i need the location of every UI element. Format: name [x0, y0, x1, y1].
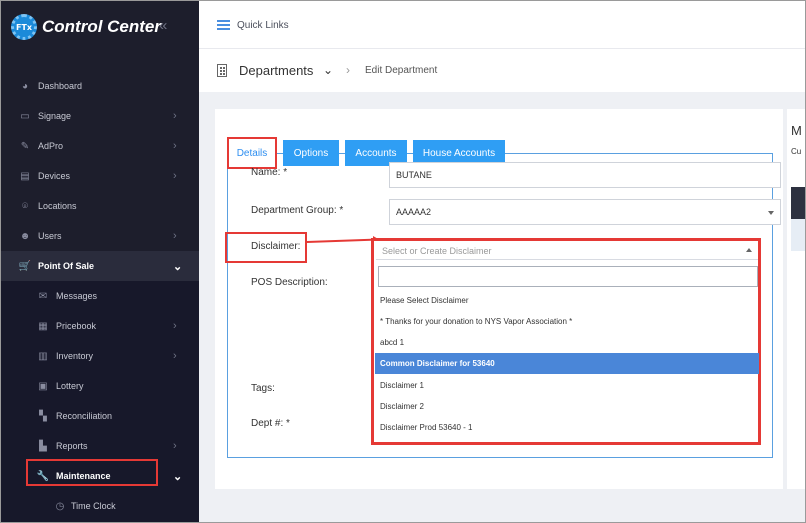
disclaimer-option[interactable]: Please Select Disclaimer — [375, 290, 759, 311]
dropdown-arrow-icon — [768, 211, 774, 215]
sidebar-item-label: Devices — [38, 171, 71, 181]
users-icon: ☻ — [19, 230, 31, 242]
highlight-box-disclaimer — [225, 232, 307, 263]
building-icon — [217, 64, 227, 77]
location-pin-icon: ⌾ — [22, 200, 28, 212]
right-panel: M Cu — [787, 109, 805, 489]
name-label: Name: * — [251, 167, 288, 178]
pricebook-icon: ▦ — [38, 320, 48, 332]
department-group-value: AAAAA2 — [396, 207, 432, 217]
dashboard-icon: ◕ — [21, 80, 29, 92]
disclaimer-search-input[interactable] — [378, 266, 758, 287]
sidebar-item-label: Reconciliation — [56, 411, 113, 421]
right-panel-title: M — [791, 123, 802, 138]
app-window: FTx Control Center « ◕ Dashboard ▭ Signa… — [0, 0, 806, 523]
sidebar-item-label: Pricebook — [56, 321, 97, 331]
menu-lines-icon[interactable] — [217, 20, 230, 30]
sidebar-item-label: Signage — [38, 111, 72, 121]
chevron-right-icon: › — [173, 350, 177, 362]
department-group-select[interactable]: AAAAA2 — [389, 199, 781, 225]
sidebar-item-label: Locations — [38, 201, 77, 211]
sidebar-item-label: Dashboard — [38, 81, 83, 91]
reports-icon: ▙ — [39, 440, 47, 452]
chevron-down-icon: ⌄ — [173, 260, 183, 273]
disclaimer-option[interactable]: Disclaimer 1 — [375, 375, 759, 396]
disclaimer-select[interactable]: Select or Create Disclaimer — [376, 242, 758, 260]
sidebar-item-label: Inventory — [56, 351, 94, 361]
right-panel-subtitle: Cu — [791, 147, 802, 156]
sidebar-item-time-clock[interactable]: ◷ Time Clock — [1, 491, 199, 521]
chevron-right-icon: › — [173, 230, 177, 242]
right-panel-header-row — [791, 187, 805, 219]
chevron-right-icon: › — [346, 63, 350, 77]
inventory-icon: ▥ — [38, 350, 48, 362]
sidebar-item-label: Lottery — [56, 381, 84, 391]
disclaimer-option[interactable]: abcd 1 — [375, 332, 759, 353]
app-logo[interactable]: FTx Control Center — [11, 11, 161, 43]
disclaimer-option[interactable]: Disclaimer 2 — [375, 396, 759, 417]
reconciliation-icon: ▚ — [39, 410, 47, 422]
dept-number-label: Dept #: * — [251, 418, 290, 429]
right-panel-row — [791, 219, 805, 251]
sidebar-item-pricebook[interactable]: ▦ Pricebook › — [1, 311, 199, 341]
devices-icon: ▤ — [20, 170, 30, 182]
app-title: Control Center — [42, 17, 161, 36]
chevron-right-icon: › — [173, 440, 177, 452]
sidebar-item-devices[interactable]: ▤ Devices › — [1, 161, 199, 191]
chevron-down-icon[interactable]: ⌄ — [323, 63, 333, 77]
disclaimer-option-selected[interactable]: Common Disclaimer for 53640 — [375, 353, 759, 374]
sidebar-item-users[interactable]: ☻ Users › — [1, 221, 199, 251]
department-group-label: Department Group: * — [251, 205, 344, 216]
sidebar-item-dashboard[interactable]: ◕ Dashboard — [1, 71, 199, 101]
chevron-right-icon: › — [173, 320, 177, 332]
sidebar-item-inventory[interactable]: ▥ Inventory › — [1, 341, 199, 371]
clock-icon: ◷ — [55, 500, 65, 512]
disclaimer-placeholder: Select or Create Disclaimer — [382, 245, 492, 256]
sidebar-item-label: Time Clock — [71, 501, 116, 511]
sidebar-item-lottery[interactable]: ▣ Lottery — [1, 371, 199, 401]
gear-logo-icon: FTx — [11, 14, 37, 40]
sidebar-item-point-of-sale[interactable]: 🛒 Point Of Sale ⌄ — [1, 251, 199, 281]
sidebar-item-label: Point Of Sale — [38, 261, 95, 271]
tags-label: Tags: — [251, 383, 275, 394]
breadcrumb: Departments ⌄ › Edit Department — [199, 50, 805, 92]
sidebar-item-reports[interactable]: ▙ Reports › — [1, 431, 199, 461]
lottery-icon: ▣ — [38, 380, 48, 392]
collapse-sidebar-icon[interactable]: « — [159, 17, 167, 34]
chevron-right-icon: › — [173, 110, 177, 122]
sidebar-item-locations[interactable]: ⌾ Locations — [1, 191, 199, 221]
chevron-right-icon: › — [173, 170, 177, 182]
name-field[interactable]: BUTANE — [389, 162, 781, 188]
sidebar-item-adpro[interactable]: ✎ AdPro › — [1, 131, 199, 161]
disclaimer-option[interactable]: * Thanks for your donation to NYS Vapor … — [375, 311, 759, 332]
sidebar-item-signage[interactable]: ▭ Signage › — [1, 101, 199, 131]
top-bar: Quick Links — [199, 1, 805, 49]
monitor-icon: ▭ — [20, 110, 30, 122]
chevron-down-icon: ⌄ — [173, 470, 183, 483]
name-value: BUTANE — [396, 170, 432, 180]
sidebar-item-label: Users — [38, 231, 62, 241]
sidebar: FTx Control Center « ◕ Dashboard ▭ Signa… — [1, 1, 199, 522]
highlight-box-maintenance — [26, 459, 158, 486]
breadcrumb-current: Edit Department — [365, 65, 438, 76]
chevron-right-icon: › — [173, 140, 177, 152]
dropdown-arrow-up-icon — [746, 248, 752, 252]
brush-icon: ✎ — [20, 140, 30, 152]
sidebar-item-label: Reports — [56, 441, 88, 451]
highlight-box-details — [227, 137, 277, 169]
sidebar-item-messages[interactable]: ✉ Messages — [1, 281, 199, 311]
tab-options[interactable]: Options — [283, 140, 339, 166]
pos-description-label: POS Description: — [251, 277, 328, 288]
quick-links-link[interactable]: Quick Links — [237, 20, 289, 31]
sidebar-item-label: Messages — [56, 291, 98, 301]
disclaimer-option[interactable]: Disclaimer Prod 53640 - 1 — [375, 417, 759, 438]
sidebar-item-reconciliation[interactable]: ▚ Reconciliation — [1, 401, 199, 431]
disclaimer-dropdown: Select or Create Disclaimer Please Selec… — [371, 238, 761, 445]
message-icon: ✉ — [38, 290, 48, 302]
sidebar-item-label: AdPro — [38, 141, 64, 151]
cart-icon: 🛒 — [18, 260, 32, 272]
breadcrumb-departments[interactable]: Departments — [239, 63, 313, 78]
